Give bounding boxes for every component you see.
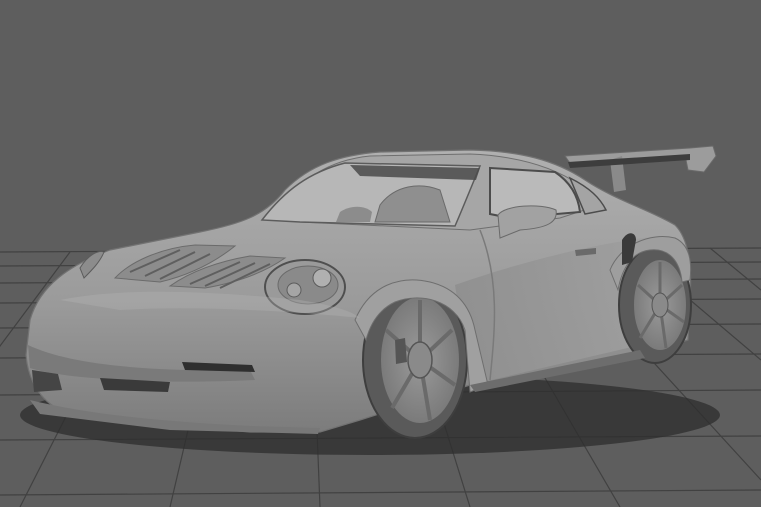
viewport-canvas: [0, 0, 761, 507]
3d-viewport[interactable]: [0, 0, 761, 507]
